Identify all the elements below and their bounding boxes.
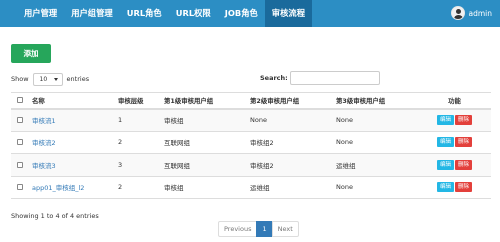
table-row: 审核流1 1 审核组 None None 编辑 删除 (11, 108, 491, 131)
edit-button[interactable]: 编辑 (436, 137, 454, 148)
row-checkbox[interactable] (16, 161, 23, 168)
chevron-down-icon (53, 77, 58, 81)
name-cell: app01_审核组_l2 (28, 175, 114, 199)
next-page-button[interactable]: Next (271, 221, 299, 237)
name-cell: 审核流1 (28, 108, 114, 131)
group3-cell: 运维组 (332, 153, 418, 176)
column-header-level[interactable]: 审核层级 (114, 92, 160, 110)
flow-name-link[interactable]: 审核流2 (32, 139, 56, 147)
search-label: Search: (260, 74, 288, 82)
nav-user-management[interactable]: 用户管理 (17, 0, 64, 27)
actions-cell: 编辑 删除 (418, 130, 491, 154)
page-length-value: 10 (39, 75, 48, 83)
top-navbar: 用户管理 用户组管理 URL角色 URL权限 JOB角色 审核流程 admin (0, 0, 500, 27)
row-select-cell (11, 175, 28, 199)
delete-button[interactable]: 删除 (455, 137, 473, 148)
actions-cell: 编辑 删除 (418, 175, 491, 199)
row-checkbox[interactable] (16, 184, 23, 191)
group3-cell: None (332, 108, 418, 131)
user-menu[interactable]: admin (450, 6, 493, 20)
name-cell: 审核流3 (28, 153, 114, 176)
nav-audit-flow[interactable]: 审核流程 (264, 0, 312, 27)
column-header-actions: 功能 (418, 92, 491, 110)
row-checkbox[interactable] (16, 117, 23, 123)
actions-cell: 编辑 删除 (418, 153, 491, 176)
audit-flow-table: 名称 审核层级 第1级审核用户组 第2级审核用户组 第3级审核用户组 功能 审核… (11, 92, 491, 199)
nav-url-role[interactable]: URL角色 (120, 0, 169, 27)
page-length-control: Show 10 entries (11, 72, 89, 86)
select-all-checkbox[interactable] (16, 97, 23, 104)
level-cell: 3 (114, 153, 160, 176)
flow-name-link[interactable]: app01_审核组_l2 (32, 184, 84, 192)
edit-button[interactable]: 编辑 (436, 159, 454, 170)
pagination: Previous 1 Next (218, 221, 299, 237)
group2-cell: 审核组2 (246, 153, 332, 176)
entries-label: entries (66, 75, 90, 83)
main-nav: 用户管理 用户组管理 URL角色 URL权限 JOB角色 审核流程 (0, 0, 312, 27)
group3-cell: None (332, 130, 418, 154)
edit-button[interactable]: 编辑 (436, 115, 454, 125)
user-name: admin (468, 8, 493, 18)
group2-cell: None (246, 108, 332, 131)
column-header-group2[interactable]: 第2级审核用户组 (246, 92, 332, 110)
search-control: Search: (260, 71, 380, 85)
search-input[interactable] (289, 71, 380, 85)
group2-cell: 审核组2 (246, 130, 332, 154)
group1-cell: 审核组 (160, 175, 246, 199)
row-select-cell (11, 130, 28, 154)
add-button[interactable]: 添加 (11, 44, 51, 63)
flow-name-link[interactable]: 审核流3 (32, 162, 56, 170)
delete-button[interactable]: 删除 (455, 182, 473, 193)
level-cell: 2 (114, 175, 160, 199)
table-row: 审核流3 3 互联网组 审核组2 运维组 编辑 删除 (11, 153, 491, 176)
show-label: Show (11, 75, 29, 83)
table-info: Showing 1 to 4 of 4 entries (11, 212, 99, 220)
level-cell: 2 (114, 130, 160, 154)
column-header-name[interactable]: 名称 (28, 92, 114, 110)
nav-url-permission[interactable]: URL权限 (169, 0, 218, 27)
table-row: 审核流2 2 互联网组 审核组2 None 编辑 删除 (11, 130, 491, 154)
group2-cell: 运维组 (246, 175, 332, 199)
column-header-group1[interactable]: 第1级审核用户组 (160, 92, 246, 110)
nav-job-role[interactable]: JOB角色 (218, 0, 265, 27)
previous-page-button[interactable]: Previous (218, 221, 258, 237)
nav-user-group-management[interactable]: 用户组管理 (64, 0, 120, 27)
edit-button[interactable]: 编辑 (436, 182, 454, 193)
group1-cell: 互联网组 (160, 130, 246, 154)
delete-button[interactable]: 删除 (455, 115, 473, 125)
row-select-cell (11, 153, 28, 176)
delete-button[interactable]: 删除 (455, 159, 473, 170)
actions-cell: 编辑 删除 (418, 108, 491, 131)
page-length-select[interactable]: 10 (32, 72, 63, 86)
group1-cell: 审核组 (160, 108, 246, 131)
table-header-row: 名称 审核层级 第1级审核用户组 第2级审核用户组 第3级审核用户组 功能 (11, 92, 491, 110)
row-checkbox[interactable] (16, 139, 23, 146)
flow-name-link[interactable]: 审核流1 (32, 117, 56, 125)
page-1-button[interactable]: 1 (256, 221, 273, 237)
group3-cell: None (332, 175, 418, 199)
row-select-cell (11, 108, 28, 131)
avatar-icon (450, 6, 465, 20)
name-cell: 审核流2 (28, 130, 114, 154)
select-all-header (11, 92, 28, 110)
column-header-group3[interactable]: 第3级审核用户组 (332, 92, 418, 110)
level-cell: 1 (114, 108, 160, 131)
group1-cell: 互联网组 (160, 153, 246, 176)
table-row: app01_审核组_l2 2 审核组 运维组 None 编辑 删除 (11, 175, 491, 199)
